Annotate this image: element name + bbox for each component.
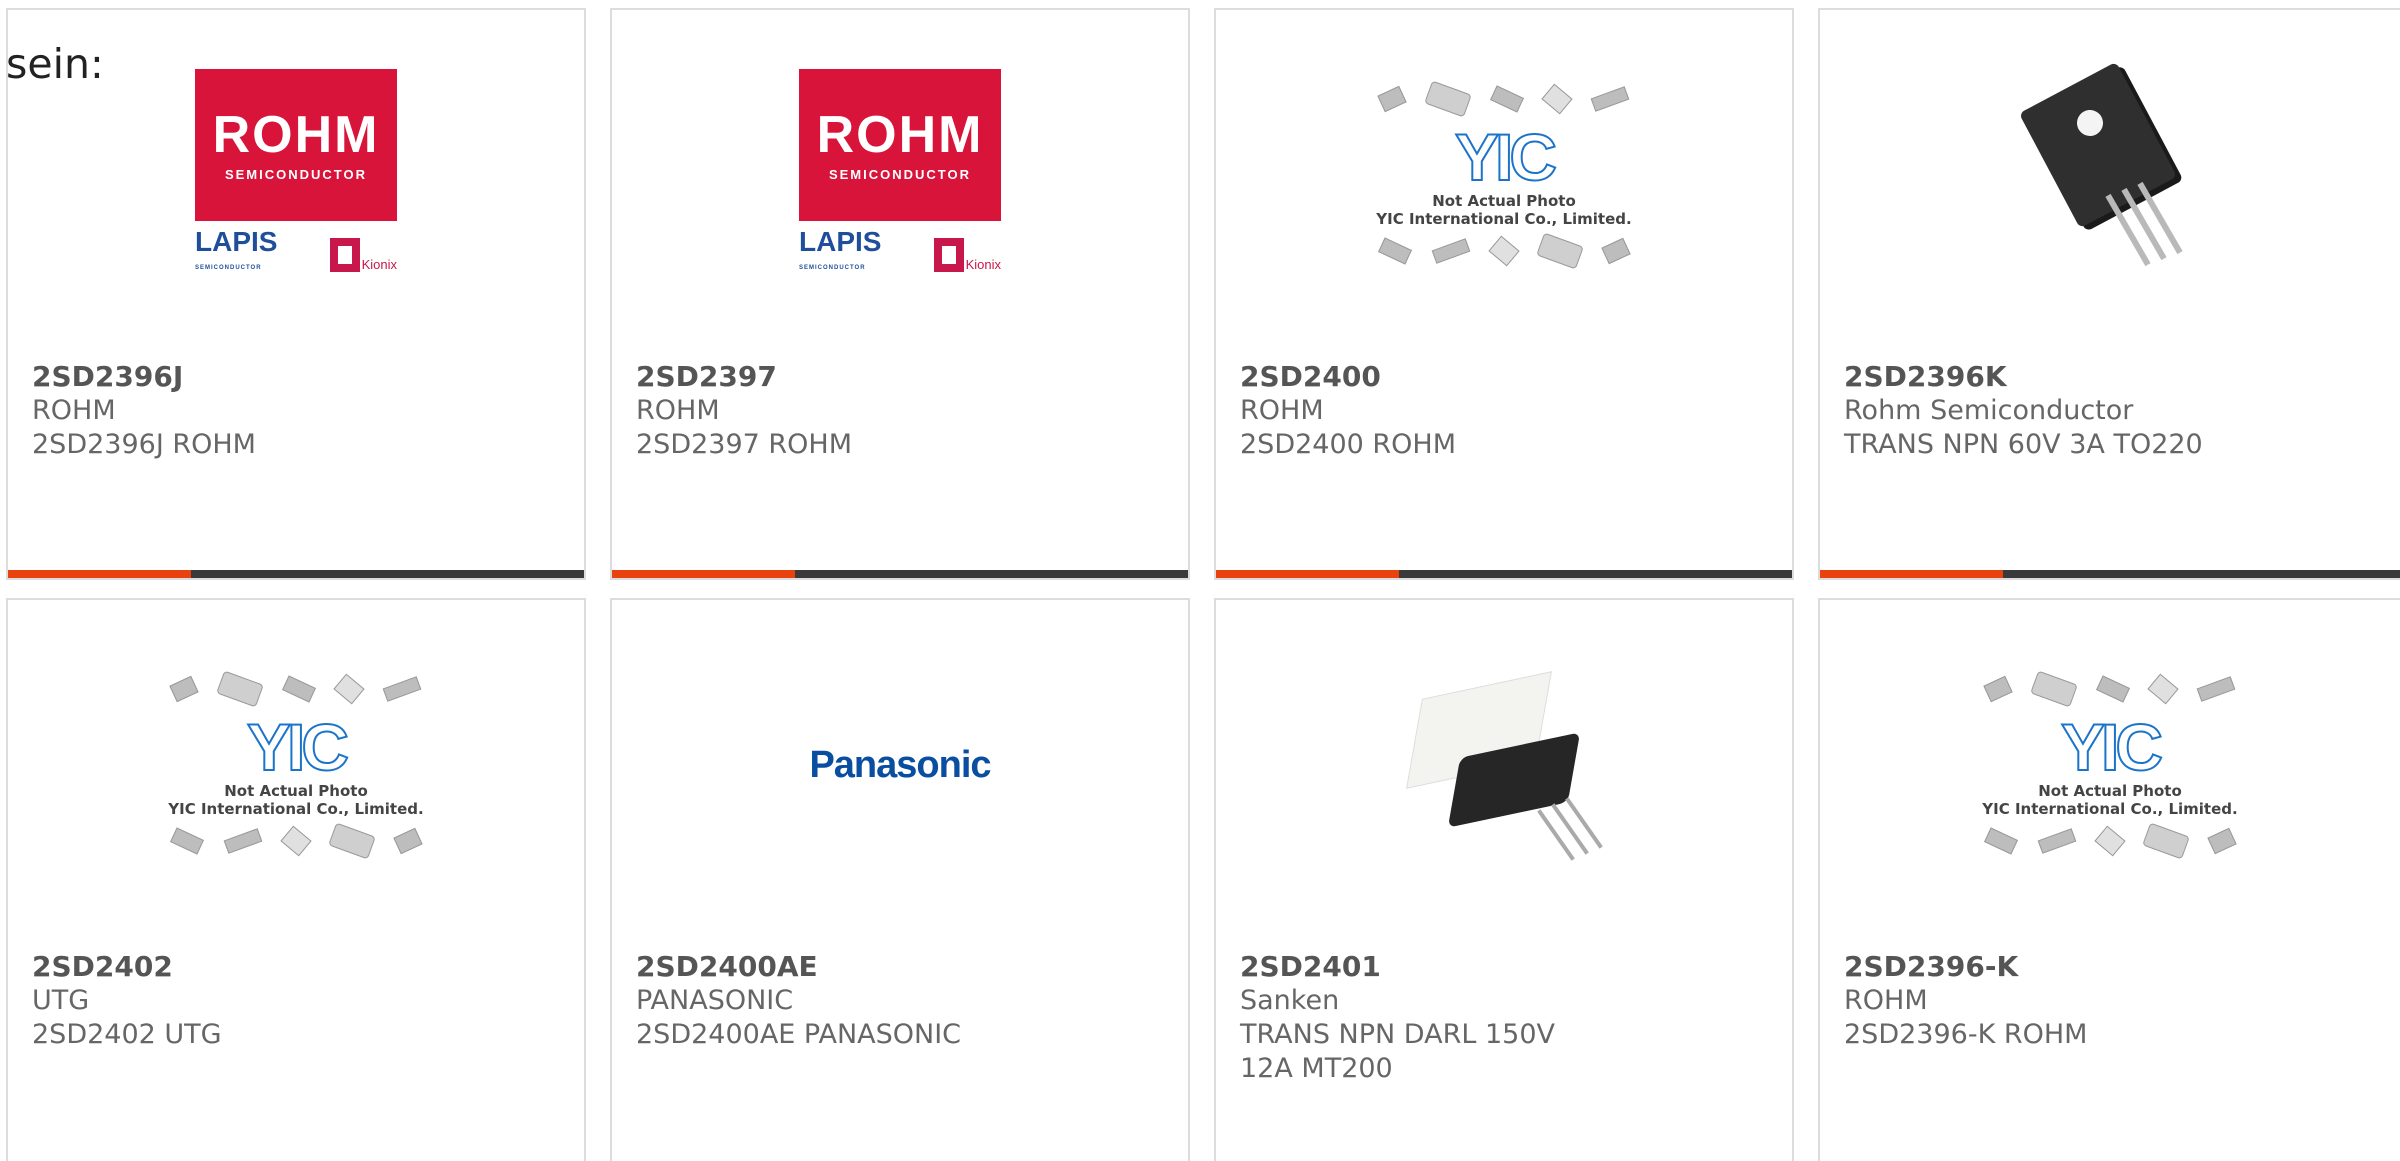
intro-text: sein:	[6, 40, 104, 88]
transistor-mt200-image	[1404, 665, 1604, 865]
rohm-logo: ROHM SEMICONDUCTOR LAPIS SEMICONDUCTOR Kion…	[195, 69, 397, 281]
card-bar	[1820, 570, 2400, 578]
yic-placeholder-image: YIC Not Actual Photo YIC International C…	[1975, 666, 2245, 864]
part-number[interactable]: 2SD2400AE	[636, 950, 1164, 984]
product-image[interactable]	[1820, 10, 2400, 340]
product-card[interactable]: YIC Not Actual Photo YIC International C…	[6, 598, 586, 1161]
manufacturer: Sanken	[1240, 985, 1340, 1016]
product-image[interactable]: YIC Not Actual Photo YIC International C…	[8, 600, 584, 930]
product-card[interactable]: ROHM SEMICONDUCTOR LAPIS SEMICONDUCTOR Kion…	[610, 8, 1190, 580]
kionix-mark-icon	[329, 238, 360, 272]
manufacturer: ROHM	[32, 395, 116, 426]
product-grid: ROHM SEMICONDUCTOR LAPIS SEMICONDUCTOR Kion…	[0, 0, 2400, 1161]
product-card[interactable]: 2SD2396K Rohm Semiconductor TRANS NPN 60…	[1818, 8, 2400, 580]
manufacturer: UTG	[32, 985, 90, 1016]
part-number[interactable]: 2SD2396K	[1844, 360, 2376, 394]
part-number[interactable]: 2SD2396-K	[1844, 950, 2376, 984]
panasonic-logo: Panasonic	[809, 743, 991, 786]
product-image[interactable]: YIC Not Actual Photo YIC International C…	[1216, 10, 1792, 340]
card-bar	[612, 570, 1188, 578]
manufacturer: ROHM	[1240, 395, 1324, 426]
description: TRANS NPN 60V 3A TO220	[1844, 429, 2203, 460]
product-card[interactable]: ROHM SEMICONDUCTOR LAPIS SEMICONDUCTOR Kion…	[6, 8, 586, 580]
manufacturer: PANASONIC	[636, 985, 794, 1016]
product-card[interactable]: YIC Not Actual Photo YIC International C…	[1214, 8, 1794, 580]
description: 2SD2400 ROHM	[1240, 429, 1457, 460]
yic-placeholder-image: YIC Not Actual Photo YIC International C…	[1369, 76, 1639, 274]
product-card[interactable]: Panasonic 2SD2400AE PANASONIC 2SD2400AE …	[610, 598, 1190, 1161]
product-card[interactable]: YIC Not Actual Photo YIC International C…	[1818, 598, 2400, 1161]
product-image[interactable]: Panasonic	[612, 600, 1188, 930]
manufacturer: ROHM	[1844, 985, 1928, 1016]
description: 2SD2396-K ROHM	[1844, 1019, 2088, 1050]
description: 2SD2400AE PANASONIC	[636, 1019, 962, 1050]
description: 2SD2396J ROHM	[32, 429, 256, 460]
part-number[interactable]: 2SD2401	[1240, 950, 1612, 984]
manufacturer: ROHM	[636, 395, 720, 426]
product-card[interactable]: 2SD2401 Sanken TRANS NPN DARL 150V 12A M…	[1214, 598, 1794, 1161]
kionix-mark-icon	[933, 238, 964, 272]
product-image[interactable]	[1216, 600, 1792, 930]
transistor-to220-image	[2015, 61, 2205, 280]
part-number[interactable]: 2SD2397	[636, 360, 1164, 394]
product-image[interactable]: YIC Not Actual Photo YIC International C…	[1820, 600, 2400, 930]
product-image[interactable]: ROHM SEMICONDUCTOR LAPIS SEMICONDUCTOR Kion…	[612, 10, 1188, 340]
part-number[interactable]: 2SD2402	[32, 950, 560, 984]
rohm-logo: ROHM SEMICONDUCTOR LAPIS SEMICONDUCTOR Kion…	[799, 69, 1001, 281]
card-bar	[1216, 570, 1792, 578]
description: 2SD2402 UTG	[32, 1019, 222, 1050]
part-number[interactable]: 2SD2400	[1240, 360, 1768, 394]
manufacturer: Rohm Semiconductor	[1844, 395, 2134, 426]
card-bar	[8, 570, 584, 578]
description: TRANS NPN DARL 150V 12A MT200	[1240, 1019, 1555, 1084]
description: 2SD2397 ROHM	[636, 429, 853, 460]
part-number[interactable]: 2SD2396J	[32, 360, 560, 394]
yic-placeholder-image: YIC Not Actual Photo YIC International C…	[161, 666, 431, 864]
